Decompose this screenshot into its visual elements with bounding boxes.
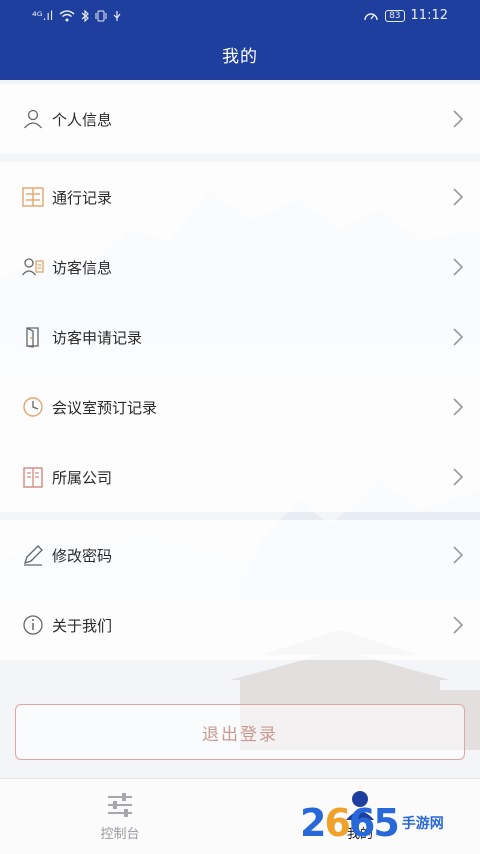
- chevron-right-icon: [453, 546, 464, 564]
- chevron-right-icon: [453, 616, 464, 634]
- menu-item-label: 修改密码: [52, 546, 113, 565]
- gate-icon: [22, 186, 44, 208]
- battery-indicator: 83: [385, 9, 405, 22]
- menu-group-records: 通行记录 访客信息 访客申请记录 会议室预订记录 所属公司: [0, 162, 480, 512]
- menu-item-visitor-applications[interactable]: 访客申请记录: [0, 302, 480, 372]
- vibrate-icon: [95, 10, 107, 22]
- watermark-logo: 2665: [300, 801, 400, 845]
- visitor-icon: [22, 256, 44, 278]
- menu-item-label: 访客申请记录: [52, 328, 143, 347]
- tab-console[interactable]: 控制台: [0, 779, 240, 854]
- menu-item-label: 所属公司: [52, 468, 113, 487]
- menu-item-label: 通行记录: [52, 188, 113, 207]
- menu-item-about-us[interactable]: 关于我们: [0, 590, 480, 660]
- menu-item-label: 会议室预订记录: [52, 398, 158, 417]
- menu-item-label: 访客信息: [52, 258, 113, 277]
- sliders-icon: [108, 793, 132, 817]
- menu-item-visitor-info[interactable]: 访客信息: [0, 232, 480, 302]
- menu-item-personal-info[interactable]: 个人信息: [0, 84, 480, 154]
- info-icon: [22, 614, 44, 636]
- signal-indicator: ⁴ᴳ.ıl: [32, 9, 54, 23]
- app-header: ⁴ᴳ.ıl 83 11:12 我的: [0, 0, 480, 80]
- menu-group-profile: 个人信息: [0, 84, 480, 154]
- chevron-right-icon: [453, 398, 464, 416]
- status-left: ⁴ᴳ.ıl: [32, 9, 121, 23]
- speed-gauge-icon: [364, 12, 378, 20]
- door-icon: [22, 326, 44, 348]
- menu-item-access-records[interactable]: 通行记录: [0, 162, 480, 232]
- building-icon: [22, 466, 44, 488]
- logout-button[interactable]: 退出登录: [15, 704, 465, 760]
- chevron-right-icon: [453, 188, 464, 206]
- usb-icon: [113, 11, 121, 21]
- menu-item-company[interactable]: 所属公司: [0, 442, 480, 512]
- status-right: 83 11:12: [363, 8, 448, 23]
- chevron-right-icon: [453, 110, 464, 128]
- bluetooth-icon: [81, 10, 90, 22]
- page-title: 我的: [222, 47, 258, 67]
- chevron-right-icon: [453, 258, 464, 276]
- menu-item-label: 关于我们: [52, 616, 113, 635]
- person-icon: [22, 108, 44, 130]
- pencil-icon: [22, 544, 44, 566]
- menu-item-meeting-bookings[interactable]: 会议室预订记录: [0, 372, 480, 442]
- clock-icon: [22, 396, 44, 418]
- wifi-icon: [59, 10, 75, 22]
- chevron-right-icon: [453, 328, 464, 346]
- site-watermark: 2665 手游网: [300, 800, 470, 846]
- status-bar: ⁴ᴳ.ıl 83 11:12: [0, 0, 480, 32]
- menu-group-settings: 修改密码 关于我们: [0, 520, 480, 660]
- tab-label: 控制台: [100, 827, 140, 842]
- watermark-text: 手游网: [401, 816, 444, 832]
- menu-item-change-password[interactable]: 修改密码: [0, 520, 480, 590]
- chevron-right-icon: [453, 468, 464, 486]
- menu-item-label: 个人信息: [52, 110, 113, 129]
- status-time: 11:12: [410, 8, 448, 23]
